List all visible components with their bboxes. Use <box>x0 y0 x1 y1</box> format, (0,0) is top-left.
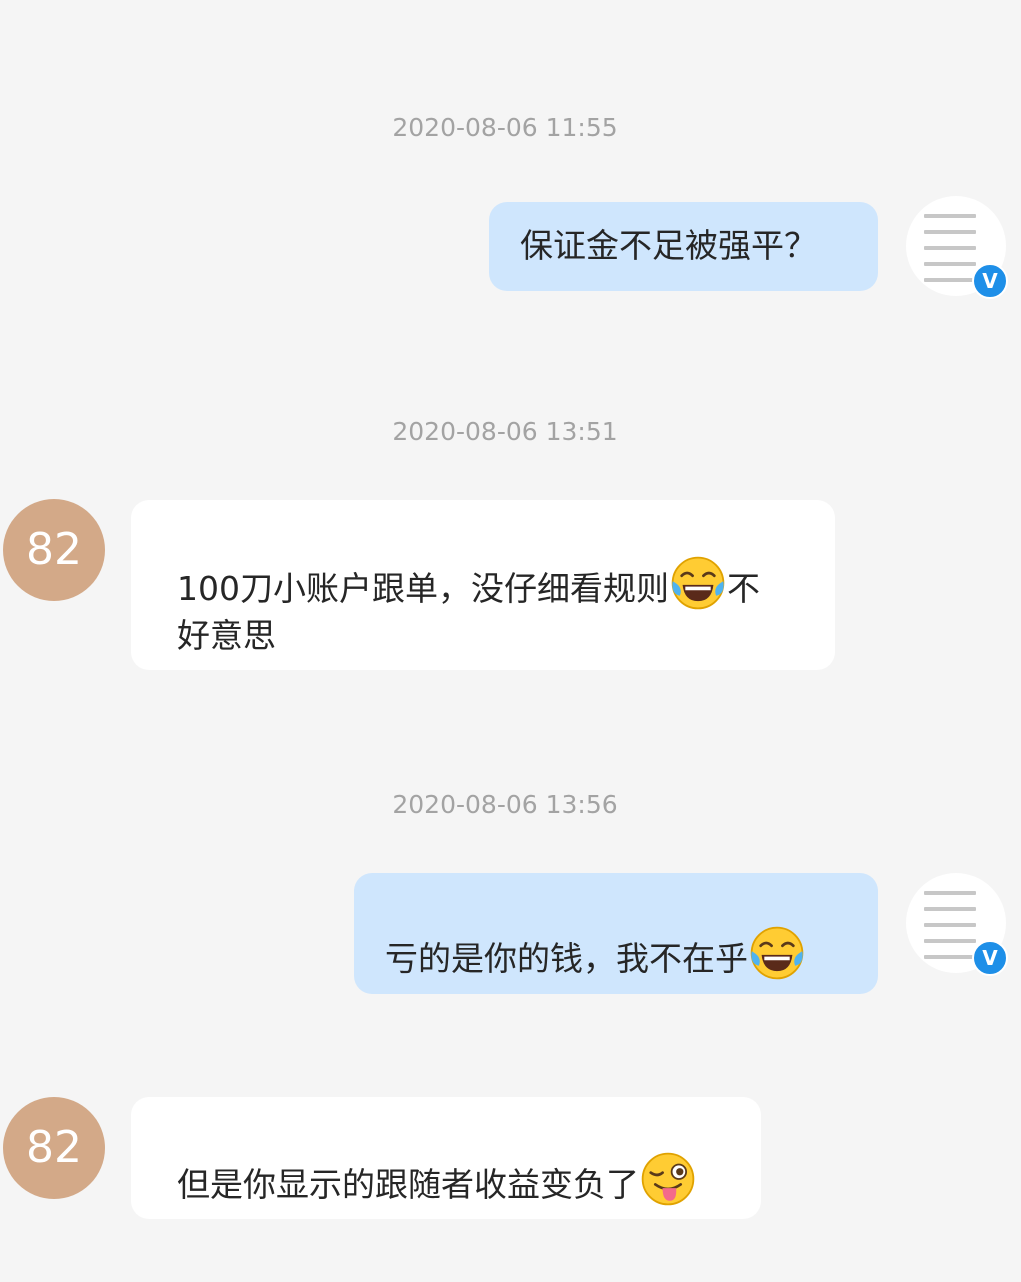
message-bubble-incoming[interactable]: 100刀小账户跟单，没仔细看规则 不 好意思 <box>131 500 835 670</box>
message-bubble-incoming[interactable]: 但是你显示的跟随者收益变负了 <box>131 1097 761 1219</box>
timestamp: 2020-08-06 13:51 <box>392 417 618 446</box>
message-text-line: 好意思 <box>177 616 276 655</box>
verified-badge-icon: V <box>972 940 1008 976</box>
message-text: 不 <box>727 569 760 608</box>
message-text: 亏的是你的钱，我不在乎 <box>385 939 748 978</box>
timestamp: 2020-08-06 13:56 <box>392 790 618 819</box>
message-bubble-outgoing[interactable]: 保证金不足被强平？ <box>489 202 878 291</box>
message-text: 保证金不足被强平？ <box>520 226 817 265</box>
contact-avatar[interactable]: 82 <box>3 499 105 601</box>
contact-avatar[interactable]: 82 <box>3 1097 105 1199</box>
message-text: 100刀小账户跟单，没仔细看规则 <box>177 569 669 608</box>
message-text: 但是你显示的跟随者收益变负了 <box>177 1165 639 1204</box>
timestamp: 2020-08-06 11:55 <box>392 113 618 142</box>
winking-tongue-emoji-icon <box>641 1152 695 1206</box>
message-text-line: 100刀小账户跟单，没仔细看规则 不 <box>177 554 835 612</box>
message-bubble-outgoing[interactable]: 亏的是你的钱，我不在乎 <box>354 873 878 994</box>
tears-of-joy-emoji-icon <box>671 556 725 610</box>
verified-badge-icon: V <box>972 263 1008 299</box>
tears-of-joy-emoji-icon <box>750 926 804 980</box>
